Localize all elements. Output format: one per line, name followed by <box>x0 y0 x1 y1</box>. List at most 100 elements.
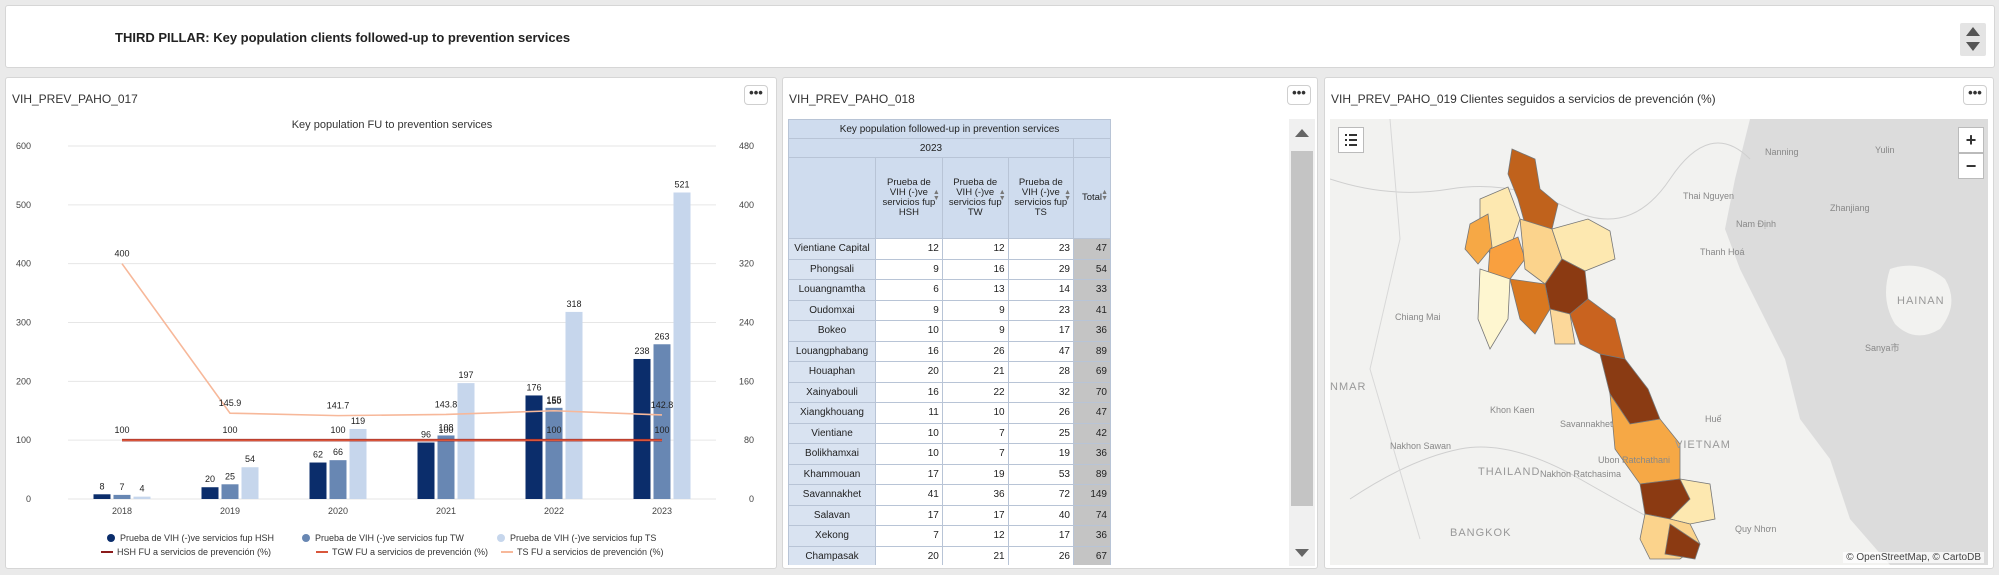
map-label: THAILAND <box>1478 466 1541 478</box>
zoom-out-button[interactable]: − <box>1958 153 1984 179</box>
value-cell-ts: 32 <box>1007 381 1075 403</box>
table-row: Houaphan 20 21 28 69 <box>788 361 1111 383</box>
panel-menu-button[interactable]: ••• <box>1287 85 1311 105</box>
value-cell-ts: 72 <box>1007 484 1075 506</box>
bar-data-label: 20 <box>205 474 215 484</box>
bar-0 <box>201 487 219 499</box>
value-cell-tw: 21 <box>941 361 1009 383</box>
scroll-up-icon[interactable] <box>1966 27 1980 36</box>
total-cell: 74 <box>1073 504 1111 526</box>
bar-data-label: 521 <box>674 179 689 189</box>
map-label: Nakhon Ratchasima <box>1540 469 1622 479</box>
y2-tick-label: 320 <box>739 259 754 269</box>
bar-data-label: 66 <box>333 447 343 457</box>
value-cell-hsh: 7 <box>875 525 943 547</box>
total-cell: 33 <box>1073 279 1111 301</box>
column-header-tw[interactable]: Prueba de VIH (-)ve servicios fup TW ▲ ▼ <box>941 157 1009 239</box>
map-label: Khon Kaen <box>1490 405 1535 415</box>
province-cell: Champasak <box>788 545 876 565</box>
bar-0 <box>93 494 111 499</box>
sort-icon: ▲ ▼ <box>998 189 1006 202</box>
table-scrollbar[interactable] <box>1289 119 1315 566</box>
value-cell-hsh: 11 <box>875 402 943 424</box>
total-cell: 47 <box>1073 402 1111 424</box>
table-row: Salavan 17 17 40 74 <box>788 504 1111 526</box>
y-tick-label: 200 <box>16 376 31 386</box>
map-label: HAINAN <box>1897 295 1945 307</box>
value-cell-hsh: 20 <box>875 545 943 565</box>
legend-marker <box>302 534 310 542</box>
bar-0 <box>633 358 651 499</box>
table-row: Vientiane 10 7 25 42 <box>788 422 1111 444</box>
value-cell-hsh: 10 <box>875 443 943 465</box>
total-cell: 41 <box>1073 299 1111 321</box>
total-cell: 149 <box>1073 484 1111 506</box>
list-icon <box>1345 134 1357 146</box>
y2-tick-label: 240 <box>739 318 754 328</box>
panel-menu-button[interactable]: ••• <box>1963 85 1987 105</box>
total-cell: 67 <box>1073 545 1111 565</box>
line-data-label: 100 <box>222 425 237 435</box>
province-cell: Louangnamtha <box>788 279 876 301</box>
table-year: 2023 <box>788 138 1074 158</box>
line-data-label: 100 <box>438 425 453 435</box>
bar-1 <box>329 460 347 499</box>
page-title: THIRD PILLAR: Key population clients fol… <box>115 30 571 45</box>
value-cell-ts: 23 <box>1007 238 1075 260</box>
y2-tick-label: 400 <box>739 200 754 210</box>
x-tick-label: 2019 <box>220 506 240 516</box>
column-header-ts[interactable]: Prueba de VIH (-)ve servicios fup TS ▲ ▼ <box>1007 157 1075 239</box>
total-cell: 36 <box>1073 443 1111 465</box>
scroll-down-icon[interactable] <box>1295 549 1309 557</box>
value-cell-tw: 12 <box>941 525 1009 547</box>
line-data-label: 143.8 <box>435 399 458 409</box>
value-cell-tw: 16 <box>941 258 1009 280</box>
province-cell: Houaphan <box>788 361 876 383</box>
line-data-label: 141.7 <box>327 401 350 411</box>
bar-data-label: 176 <box>526 382 541 392</box>
legend-label: Prueba de VIH (-)ve servicios fup TS <box>510 533 656 543</box>
line-data-label: 100 <box>546 425 561 435</box>
bar-1 <box>221 484 239 499</box>
value-cell-tw: 22 <box>941 381 1009 403</box>
choropleth-map[interactable]: + − Yulin Nanning Thai Nguyen Zhanjiang … <box>1330 119 1988 565</box>
total-cell: 70 <box>1073 381 1111 403</box>
province-cell: Phongsali <box>788 258 876 280</box>
column-header-hsh[interactable]: Prueba de VIH (-)ve servicios fup HSH ▲ ▼ <box>875 157 943 239</box>
map-legend-button[interactable] <box>1338 127 1364 153</box>
legend-marker <box>107 534 115 542</box>
header-scroll-control[interactable] <box>1960 23 1986 56</box>
zoom-in-button[interactable]: + <box>1958 127 1984 153</box>
map-attribution[interactable]: © OpenStreetMap, © CartoDB <box>1843 552 1984 563</box>
map-label: Savannakhet <box>1560 419 1613 429</box>
total-cell: 89 <box>1073 340 1111 362</box>
y-tick-label: 400 <box>16 259 31 269</box>
table-caption: Key population followed-up in prevention… <box>788 119 1111 139</box>
value-cell-hsh: 17 <box>875 463 943 485</box>
province-cell: Salavan <box>788 504 876 526</box>
x-tick-label: 2021 <box>436 506 456 516</box>
table-row: Phongsali 9 16 29 54 <box>788 258 1111 280</box>
value-cell-ts: 29 <box>1007 258 1075 280</box>
scroll-down-icon[interactable] <box>1966 42 1980 51</box>
scrollbar-thumb[interactable] <box>1291 151 1313 506</box>
province-cell: Louangphabang <box>788 340 876 362</box>
line-data-label: 100 <box>654 425 669 435</box>
map-label: VIETNAM <box>1675 439 1731 451</box>
x-tick-label: 2023 <box>652 506 672 516</box>
bar-data-label: 7 <box>119 482 124 492</box>
map-label: Nam Định <box>1736 219 1777 229</box>
legend-marker <box>497 534 505 542</box>
y-tick-label: 100 <box>16 435 31 445</box>
column-header-total[interactable]: Total ▲ ▼ <box>1073 157 1111 239</box>
value-cell-tw: 36 <box>941 484 1009 506</box>
bar-data-label: 62 <box>313 450 323 460</box>
table-row: Khammouan 17 19 53 89 <box>788 463 1111 485</box>
value-cell-tw: 9 <box>941 299 1009 321</box>
y2-tick-label: 80 <box>744 435 754 445</box>
table-row: Savannakhet 41 36 72 149 <box>788 484 1111 506</box>
value-cell-ts: 17 <box>1007 525 1075 547</box>
scroll-up-icon[interactable] <box>1295 129 1309 137</box>
total-cell: 47 <box>1073 238 1111 260</box>
line-data-label: 142.8 <box>651 400 674 410</box>
